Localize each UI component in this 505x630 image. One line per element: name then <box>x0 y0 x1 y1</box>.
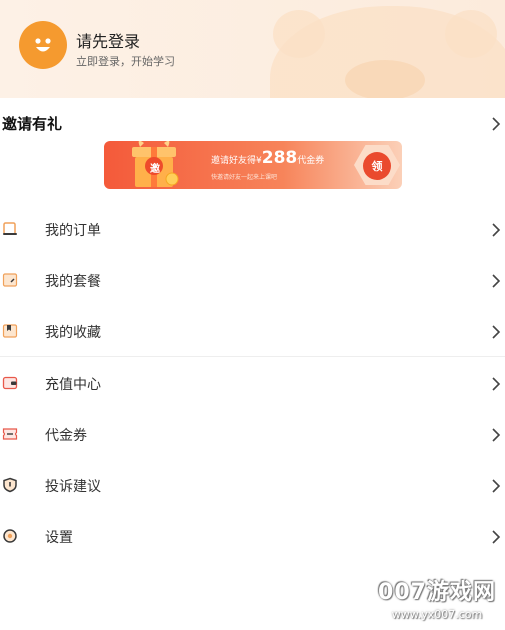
wallet-icon <box>2 376 18 390</box>
menu-item-settings[interactable]: 设置 <box>0 511 505 562</box>
menu-item-orders[interactable]: 我的订单 <box>0 204 505 255</box>
chevron-right-icon <box>492 530 501 544</box>
watermark-title: 007游戏网 <box>378 580 496 605</box>
menu-item-label: 投诉建议 <box>45 479 101 495</box>
login-subtitle: 立即登录，开始学习 <box>76 55 175 68</box>
avatar[interactable] <box>19 21 67 69</box>
invite-banner-amount: 288 <box>261 148 298 168</box>
bear-snout-decoration <box>345 60 425 98</box>
menu-item-label: 我的套餐 <box>45 274 101 290</box>
package-icon <box>2 273 18 287</box>
chevron-right-icon <box>492 274 501 288</box>
chevron-right-icon <box>492 377 501 391</box>
invite-section-row[interactable]: 邀请有礼 <box>0 110 505 136</box>
menu-item-label: 充值中心 <box>45 377 101 393</box>
profile-header[interactable]: 请先登录 立即登录，开始学习 <box>0 0 505 98</box>
claim-button[interactable]: 领 <box>363 152 391 180</box>
menu-item-label: 代金券 <box>45 428 87 444</box>
menu-item-label: 我的订单 <box>45 223 101 239</box>
invite-banner-suffix: 代金券 <box>297 156 325 166</box>
feedback-shield-icon <box>3 477 17 493</box>
menu-item-coupons[interactable]: 代金券 <box>0 409 505 460</box>
order-icon <box>3 222 17 235</box>
invite-banner-headline: 邀请好友得¥288代金券 <box>211 148 324 168</box>
chevron-right-icon <box>492 428 501 442</box>
invite-banner-subtext: 快邀请好友一起来上课吧 <box>211 174 278 181</box>
invite-banner-prefix: 邀请好友得¥ <box>211 156 262 166</box>
chevron-right-icon <box>492 117 501 131</box>
chevron-right-icon <box>492 325 501 339</box>
chevron-right-icon <box>492 479 501 493</box>
menu-item-favorites[interactable]: 我的收藏 <box>0 306 505 357</box>
menu-item-label: 设置 <box>45 530 73 546</box>
login-title[interactable]: 请先登录 <box>76 28 140 52</box>
settings-icon <box>3 529 17 543</box>
coupon-icon <box>2 428 18 440</box>
site-watermark: 007游戏网 www.yx007.com <box>372 574 502 626</box>
menu-item-label: 我的收藏 <box>45 325 101 341</box>
menu-item-packages[interactable]: 我的套餐 <box>0 255 505 306</box>
chevron-right-icon <box>492 223 501 237</box>
menu-divider <box>0 356 505 357</box>
menu-item-feedback[interactable]: 投诉建议 <box>0 460 505 511</box>
menu-item-recharge[interactable]: 充值中心 <box>0 358 505 409</box>
smiley-avatar-icon <box>35 38 51 52</box>
invite-banner[interactable]: 邀 邀请好友得¥288代金券 快邀请好友一起来上课吧 领 <box>104 141 402 189</box>
invite-title: 邀请有礼 <box>2 115 63 133</box>
claim-wrapper: 领 <box>354 145 400 185</box>
watermark-url: www.yx007.com <box>391 608 483 621</box>
gift-badge-char: 邀 <box>150 164 160 175</box>
favorites-icon <box>2 324 18 338</box>
